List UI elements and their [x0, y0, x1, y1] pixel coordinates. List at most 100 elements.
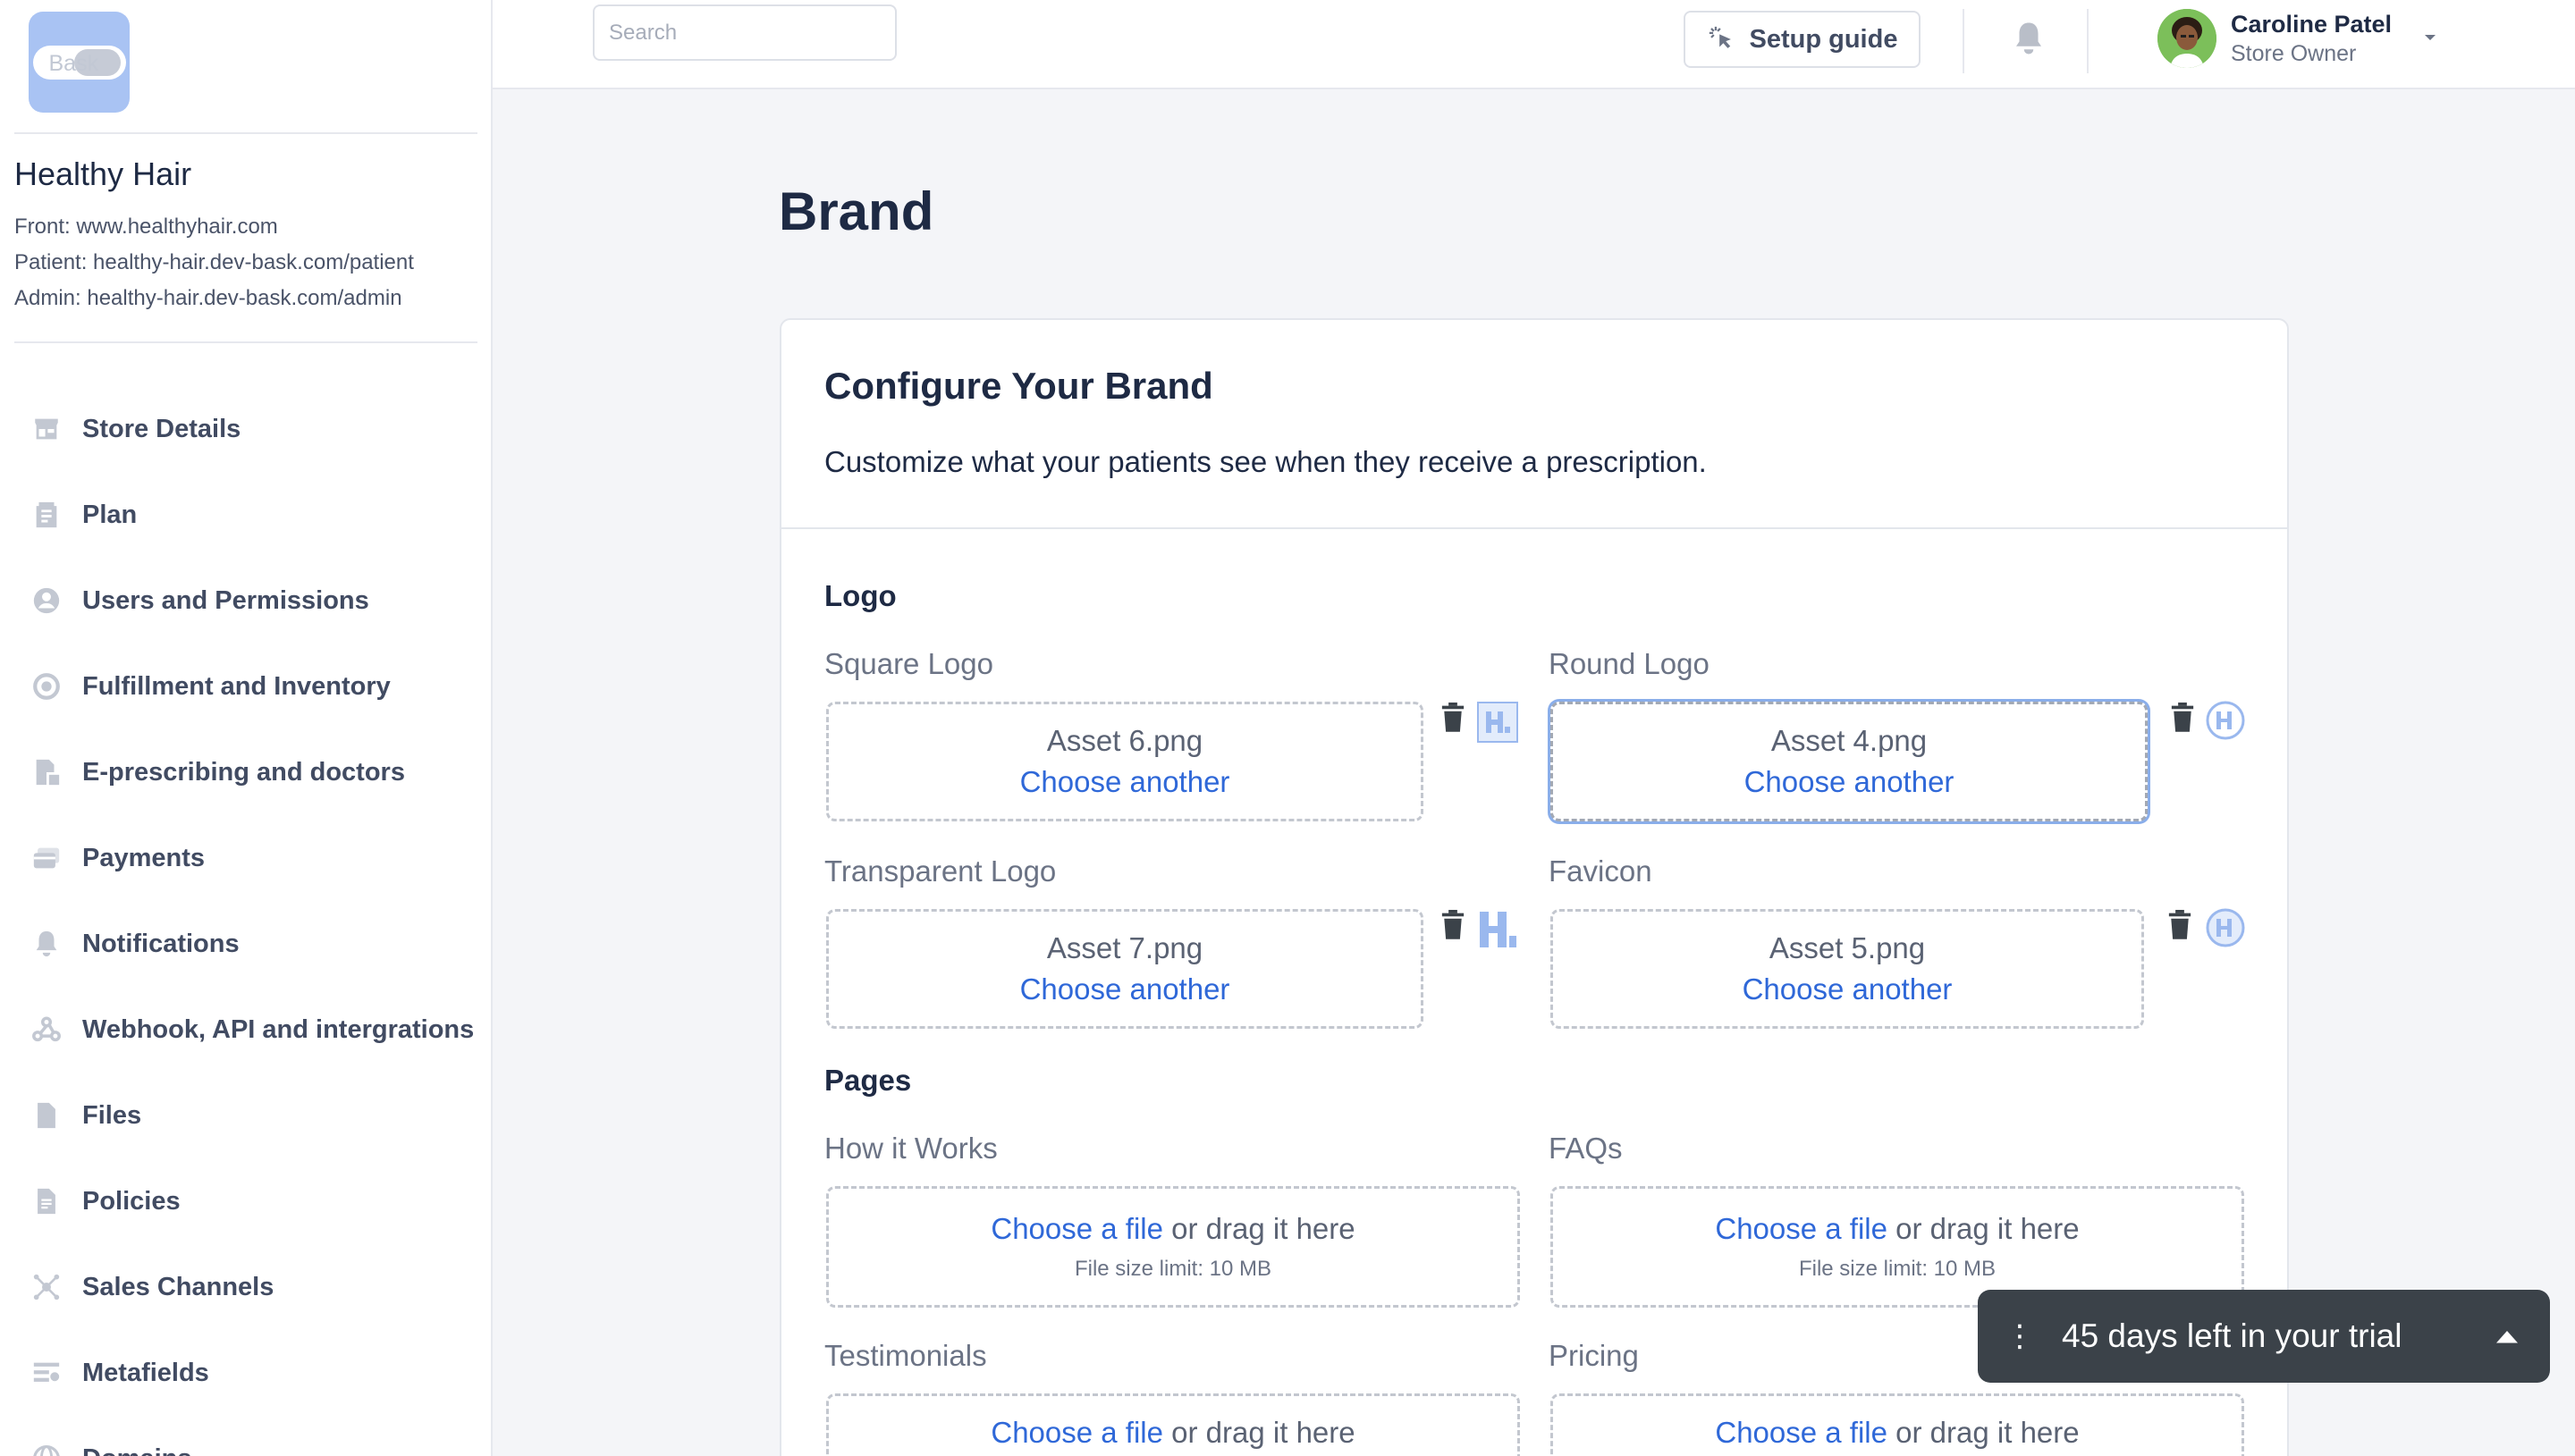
faqs-choose-file[interactable]: Choose a file: [1715, 1212, 1887, 1245]
avatar-illustration: [2157, 9, 2216, 68]
logo-pill: Bask: [32, 45, 126, 80]
pricing-prompt: Choose a file or drag it here: [1715, 1416, 2079, 1450]
sidebar-item-plan[interactable]: Plan: [0, 472, 493, 558]
pricing-dropzone[interactable]: Choose a file or drag it here: [1550, 1393, 2244, 1456]
trial-banner: ⋮ 45 days left in your trial: [1978, 1290, 2550, 1383]
prescription-icon: [30, 756, 63, 788]
sidebar-item-files[interactable]: Files: [0, 1073, 493, 1158]
patient-url[interactable]: Patient: healthy-hair.dev-bask.com/patie…: [14, 250, 414, 275]
avatar[interactable]: [2157, 9, 2216, 68]
round-logo-choose-another[interactable]: Choose another: [1744, 762, 1954, 803]
search-input[interactable]: [593, 4, 897, 61]
sidebar-item-fulfillment[interactable]: Fulfillment and Inventory: [0, 644, 493, 729]
how-it-works-prompt: Choose a file or drag it here: [991, 1212, 1355, 1246]
how-it-works-size-limit: File size limit: 10 MB: [1074, 1257, 1272, 1281]
sidebar-item-metafields[interactable]: Metafields: [0, 1330, 493, 1416]
sidebar-item-label: Store Details: [82, 414, 241, 443]
user-name[interactable]: Caroline Patel: [2231, 11, 2392, 38]
plan-icon: [30, 499, 63, 531]
how-it-works-choose-file[interactable]: Choose a file: [991, 1212, 1163, 1245]
drag-text: or drag it here: [1163, 1212, 1355, 1245]
logo-section-heading: Logo: [824, 579, 897, 612]
policy-icon: [30, 1185, 63, 1217]
bell-icon: [30, 928, 63, 960]
card-title: Configure Your Brand: [824, 365, 1213, 407]
more-vertical-icon[interactable]: ⋮: [2005, 1321, 2035, 1351]
delete-round-logo-icon[interactable]: [2169, 703, 2196, 733]
square-logo-choose-another[interactable]: Choose another: [1020, 762, 1230, 803]
transparent-logo-label: Transparent Logo: [824, 854, 1057, 888]
chevron-up-icon[interactable]: [2491, 1320, 2523, 1352]
sidebar-item-label: Metafields: [82, 1358, 209, 1387]
sidebar-item-label: E-prescribing and doctors: [82, 757, 405, 787]
page-title: Brand: [779, 181, 934, 241]
how-it-works-label: How it Works: [824, 1132, 998, 1165]
square-logo-label: Square Logo: [824, 647, 993, 680]
faqs-prompt: Choose a file or drag it here: [1715, 1212, 2079, 1246]
sidebar-item-label: Sales Channels: [82, 1272, 274, 1301]
favicon-dropzone[interactable]: Asset 5.png Choose another: [1550, 909, 2144, 1029]
card-divider: [781, 527, 2287, 529]
square-logo-dropzone[interactable]: Asset 6.png Choose another: [826, 702, 1423, 821]
sidebar-item-label: Policies: [82, 1186, 181, 1216]
sidebar-divider: [14, 132, 477, 134]
sidebar-item-label: Plan: [82, 500, 138, 529]
pages-section-heading: Pages: [824, 1064, 912, 1097]
pricing-choose-file[interactable]: Choose a file: [1715, 1416, 1887, 1449]
sidebar-item-label: Files: [82, 1100, 142, 1130]
drag-text: or drag it here: [1163, 1416, 1355, 1449]
delete-transparent-logo-icon[interactable]: [1439, 910, 1466, 940]
faqs-label: FAQs: [1549, 1132, 1623, 1165]
favicon-label: Favicon: [1549, 854, 1652, 888]
store-icon: [30, 413, 63, 445]
delete-favicon-icon[interactable]: [2166, 910, 2193, 940]
transparent-logo-thumbnail: [1480, 912, 1516, 947]
testimonials-dropzone[interactable]: Choose a file or drag it here: [826, 1393, 1520, 1456]
sidebar-item-sales-channels[interactable]: Sales Channels: [0, 1244, 493, 1330]
favicon-choose-another[interactable]: Choose another: [1743, 969, 1953, 1010]
sidebar-item-eprescribing[interactable]: E-prescribing and doctors: [0, 729, 493, 815]
front-url[interactable]: Front: www.healthyhair.com: [14, 215, 278, 240]
user-role: Store Owner: [2231, 41, 2357, 66]
sidebar-item-policies[interactable]: Policies: [0, 1158, 493, 1244]
sidebar-item-domains[interactable]: Domains: [0, 1416, 493, 1456]
pricing-label: Pricing: [1549, 1339, 1639, 1372]
sidebar-item-label: Domains: [82, 1444, 191, 1456]
metafields-icon: [30, 1357, 63, 1389]
topbar-divider: [2087, 9, 2089, 73]
drag-text: or drag it here: [1887, 1212, 2080, 1245]
sidebar-divider: [14, 341, 477, 343]
file-icon: [30, 1099, 63, 1132]
delete-square-logo-icon[interactable]: [1439, 703, 1466, 733]
sidebar-item-label: Fulfillment and Inventory: [82, 671, 391, 701]
sidebar-item-notifications[interactable]: Notifications: [0, 901, 493, 987]
sidebar-item-users[interactable]: Users and Permissions: [0, 558, 493, 644]
fulfillment-icon: [30, 670, 63, 703]
sidebar-item-payments[interactable]: Payments: [0, 815, 493, 901]
trial-message: 45 days left in your trial: [2062, 1317, 2402, 1354]
sidebar-item-label: Notifications: [82, 929, 240, 958]
sidebar-item-store-details[interactable]: Store Details: [0, 386, 493, 472]
setup-guide-label: Setup guide: [1749, 24, 1898, 54]
card-subtitle: Customize what your patients see when th…: [824, 445, 1707, 478]
notifications-bell-icon[interactable]: [2010, 20, 2047, 57]
top-bar: Setup guide Caroline Patel Store Owner: [493, 0, 2575, 89]
payments-icon: [30, 842, 63, 874]
admin-url[interactable]: Admin: healthy-hair.dev-bask.com/admin: [14, 286, 402, 311]
sidebar-item-webhook[interactable]: Webhook, API and intergrations: [0, 987, 493, 1073]
round-logo-thumbnail: [2206, 701, 2245, 740]
round-logo-dropzone[interactable]: Asset 4.png Choose another: [1550, 702, 2148, 821]
how-it-works-dropzone[interactable]: Choose a file or drag it here File size …: [826, 1186, 1520, 1308]
bask-logo[interactable]: Bask: [29, 12, 130, 113]
logo-text: Bask: [48, 50, 99, 76]
testimonials-label: Testimonials: [824, 1339, 987, 1372]
chevron-down-icon[interactable]: [2419, 27, 2441, 48]
transparent-logo-dropzone[interactable]: Asset 7.png Choose another: [826, 909, 1423, 1029]
favicon-filename: Asset 5.png: [1769, 931, 1926, 964]
testimonials-prompt: Choose a file or drag it here: [991, 1416, 1355, 1450]
sidebar-item-label: Users and Permissions: [82, 585, 369, 615]
transparent-logo-choose-another[interactable]: Choose another: [1020, 969, 1230, 1010]
setup-guide-button[interactable]: Setup guide: [1684, 11, 1921, 68]
testimonials-choose-file[interactable]: Choose a file: [991, 1416, 1163, 1449]
drag-text: or drag it here: [1887, 1416, 2080, 1449]
